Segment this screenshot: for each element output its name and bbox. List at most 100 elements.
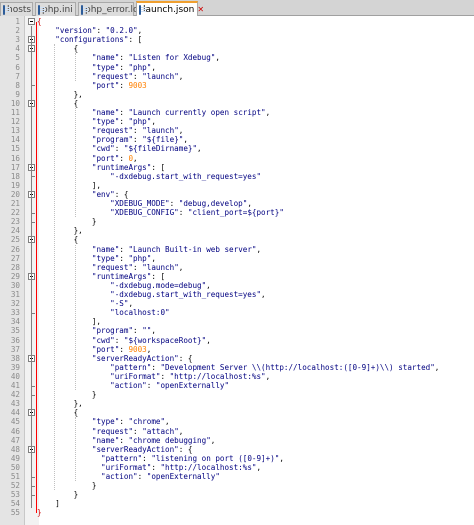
code-text: "request": "attach", — [91, 426, 184, 436]
tab-bar: hosts php.ini php_error.log launch.json ✕ — [0, 0, 474, 16]
code-text: { — [37, 44, 79, 54]
code-line: 34 ], — [0, 317, 474, 326]
line-number: 50 — [10, 462, 20, 472]
code-line: 51 "action": "openExternally" — [0, 472, 474, 481]
line-number: 3 — [15, 35, 20, 45]
code-text: } — [37, 508, 42, 518]
code-text: "localhost:0" — [110, 308, 170, 318]
tab-php-error-log[interactable]: php_error.log — [78, 2, 144, 16]
indent-guide — [75, 108, 76, 218]
code-editor[interactable]: 1{2 "version": "0.2.0", 3 "configurations… — [0, 16, 474, 525]
line-number: 53 — [10, 490, 20, 500]
code-text: }, — [37, 226, 83, 236]
fold-end-marker — [31, 176, 35, 178]
code-line: 18 "-dxdebug.start_with_request=yes" — [0, 172, 474, 181]
code-line: 12 "type": "php", — [0, 117, 474, 126]
line-number: 31 — [10, 290, 20, 299]
indent-guide — [75, 53, 76, 81]
line-number: 28 — [10, 262, 20, 272]
code-text: { — [37, 17, 42, 26]
code-line: 38 "serverReadyAction": { — [0, 354, 474, 363]
code-line: 21 "XDEBUG_MODE": "debug,develop", — [0, 199, 474, 208]
tab-php-ini[interactable]: php.ini — [35, 2, 76, 16]
code-text: "-S", — [110, 299, 134, 309]
code-line: 29 "runtimeArgs": [ — [0, 272, 474, 281]
code-line: 44 { — [0, 408, 474, 417]
line-number: 27 — [10, 253, 20, 263]
tab-launch-json[interactable]: launch.json ✕ — [136, 1, 204, 16]
code-line: 49 "pattern": "listening on port ([0-9]+… — [0, 454, 474, 463]
fold-end-marker — [31, 494, 35, 496]
brace-match-line — [36, 21, 37, 513]
code-line: 4 { — [0, 44, 474, 53]
code-line: 24 }, — [0, 226, 474, 235]
code-text: "cwd": "${workspaceRoot}", — [91, 335, 211, 345]
code-text: "runtimeArgs": [ — [91, 162, 166, 172]
line-number: 41 — [10, 381, 20, 390]
code-line: 30 "-dxdebug.mode=debug", — [0, 281, 474, 290]
file-icon — [38, 4, 45, 15]
line-number: 22 — [10, 208, 20, 218]
line-number: 55 — [10, 508, 20, 518]
close-tab-icon[interactable]: ✕ — [197, 5, 204, 14]
code-text: "port": 0, — [91, 153, 138, 163]
code-line: 35 "program": "", — [0, 326, 474, 335]
fold-toggle-icon[interactable] — [28, 18, 35, 25]
code-line: 16 "port": 0, — [0, 154, 474, 163]
line-number: 46 — [10, 426, 20, 436]
code-line: 3 "configurations": [ — [0, 35, 474, 44]
line-number: 5 — [15, 53, 20, 63]
line-number: 52 — [10, 481, 20, 491]
code-line: 54 ] — [0, 499, 474, 508]
code-line: 46 "request": "attach", — [0, 427, 474, 436]
code-line: 11 "name": "Launch currently open script… — [0, 108, 474, 117]
code-text: "program": "${file}", — [91, 135, 188, 145]
code-text: "-dxdebug.mode=debug", — [110, 280, 211, 290]
code-line: 14 "program": "${file}", — [0, 135, 474, 144]
code-line: 50 "uriFormat": "http://localhost:%s", — [0, 463, 474, 472]
line-number: 54 — [10, 499, 20, 509]
code-text: "uriFormat": "http://localhost:%s", — [110, 371, 271, 381]
line-number: 11 — [10, 108, 20, 117]
code-text: "action": "openExternally" — [101, 472, 220, 481]
line-number: 45 — [10, 417, 20, 427]
code-line: 20 "env": { — [0, 190, 474, 199]
line-number: 25 — [10, 235, 20, 245]
code-text: } — [37, 490, 79, 500]
code-line: 42 } — [0, 390, 474, 399]
tab-label: php.ini — [42, 4, 73, 15]
code-text: "-dxdebug.start_with_request=yes", — [110, 290, 266, 299]
line-number: 9 — [15, 89, 20, 99]
line-number: 23 — [10, 217, 20, 227]
code-line: 36 "cwd": "${workspaceRoot}", — [0, 336, 474, 345]
code-text: "type": "chrome", — [91, 417, 170, 427]
line-number: 49 — [10, 453, 20, 463]
line-number: 14 — [10, 135, 20, 145]
code-line: 31 "-dxdebug.start_with_request=yes", — [0, 290, 474, 299]
line-number: 39 — [10, 362, 20, 372]
code-text: "version": "0.2.0", — [55, 26, 143, 36]
line-number: 40 — [10, 371, 20, 381]
code-line: 9 }, — [0, 90, 474, 99]
code-text: "uriFormat": "http://localhost:%s", — [101, 462, 262, 472]
line-number: 19 — [10, 180, 20, 190]
fold-end-marker — [31, 221, 35, 223]
line-number: 47 — [10, 435, 20, 445]
code-line: 25 { — [0, 235, 474, 244]
code-text: "serverReadyAction": { — [91, 444, 193, 454]
code-line: 23 } — [0, 217, 474, 226]
fold-end-marker — [31, 212, 35, 214]
code-line: 48 "serverReadyAction": { — [0, 445, 474, 454]
code-text: "pattern": "Development Server \\(http:/… — [110, 362, 440, 372]
code-line: 7 "request": "launch", — [0, 72, 474, 81]
code-line: 5 "name": "Listen for Xdebug", — [0, 53, 474, 62]
code-line: 15 "cwd": "${fileDirname}", — [0, 144, 474, 153]
code-line: 41 "action": "openExternally" — [0, 381, 474, 390]
line-number: 48 — [10, 444, 20, 454]
fold-end-marker — [31, 476, 35, 478]
fold-end-marker — [31, 312, 35, 314]
code-line: 2 "version": "0.2.0", — [0, 26, 474, 35]
tab-hosts[interactable]: hosts — [0, 2, 33, 16]
line-number: 29 — [10, 271, 20, 281]
line-number: 38 — [10, 353, 20, 363]
